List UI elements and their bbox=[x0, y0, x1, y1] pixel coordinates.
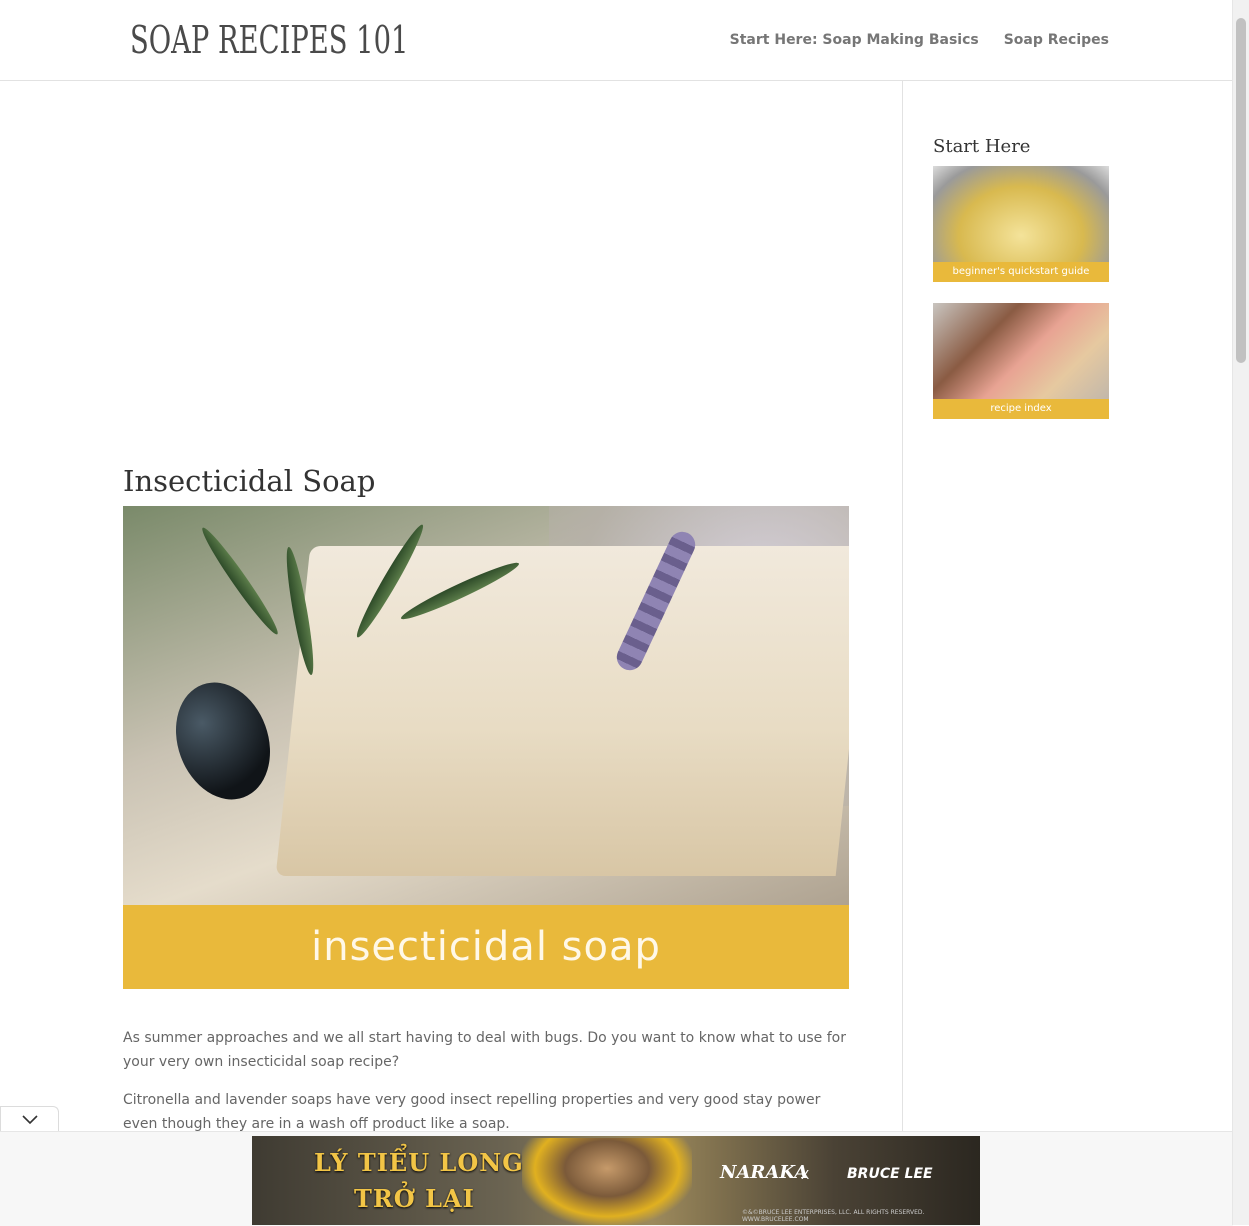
page-scrollbar[interactable] bbox=[1232, 0, 1249, 1225]
soap-bar-graphic bbox=[275, 546, 849, 876]
promo-label: recipe index bbox=[933, 399, 1109, 419]
featured-image: insecticidal soap bbox=[123, 506, 849, 989]
olive-graphic bbox=[160, 669, 286, 813]
ad-fine-print: ©&©BRUCE LEE ENTERPRISES, LLC. ALL RIGHT… bbox=[742, 1209, 925, 1223]
post-paragraph: Citronella and lavender soaps have very … bbox=[123, 1092, 821, 1132]
ad-brand-bruce-lee: BRUCE LEE bbox=[847, 1166, 933, 1182]
sidebar: Start Here beginner's quickstart guide r… bbox=[933, 134, 1109, 419]
ad-figure-graphic bbox=[522, 1138, 692, 1225]
chevron-down-icon bbox=[21, 1115, 38, 1125]
ad-separator: X bbox=[801, 1168, 810, 1182]
sidebar-divider bbox=[902, 81, 903, 1131]
rosemary-leaf-graphic bbox=[196, 523, 284, 639]
scrollbar-thumb[interactable] bbox=[1236, 18, 1246, 363]
site-logo[interactable]: SOAP RECIPES 101 bbox=[130, 18, 408, 62]
promo-label: beginner's quickstart guide bbox=[933, 262, 1109, 282]
ad-collapse-toggle[interactable] bbox=[0, 1106, 59, 1133]
promo-quickstart-guide[interactable]: beginner's quickstart guide bbox=[933, 166, 1109, 282]
site-header: SOAP RECIPES 101 Start Here: Soap Making… bbox=[0, 0, 1233, 81]
featured-image-caption: insecticidal soap bbox=[311, 924, 661, 970]
promo-recipe-index[interactable]: recipe index bbox=[933, 303, 1109, 419]
nav-link-start-here[interactable]: Start Here: Soap Making Basics bbox=[730, 31, 979, 49]
widget-title: Start Here bbox=[933, 136, 1031, 157]
main-nav: Start Here: Soap Making Basics Soap Reci… bbox=[730, 31, 1109, 49]
post-title: Insecticidal Soap bbox=[123, 464, 376, 498]
nav-link-soap-recipes[interactable]: Soap Recipes bbox=[1004, 31, 1109, 49]
featured-image-banner: insecticidal soap bbox=[123, 905, 849, 989]
ad-banner[interactable]: LÝ TIỂU LONG TRỞ LẠI NARAKA X BRUCE LEE … bbox=[252, 1136, 980, 1225]
ad-headline-2: TRỞ LẠI bbox=[354, 1184, 475, 1213]
ad-brand-naraka: NARAKA bbox=[720, 1162, 809, 1183]
post-paragraph: As summer approaches and we all start ha… bbox=[123, 1030, 846, 1070]
ad-headline-1: LÝ TIỂU LONG bbox=[314, 1148, 524, 1177]
